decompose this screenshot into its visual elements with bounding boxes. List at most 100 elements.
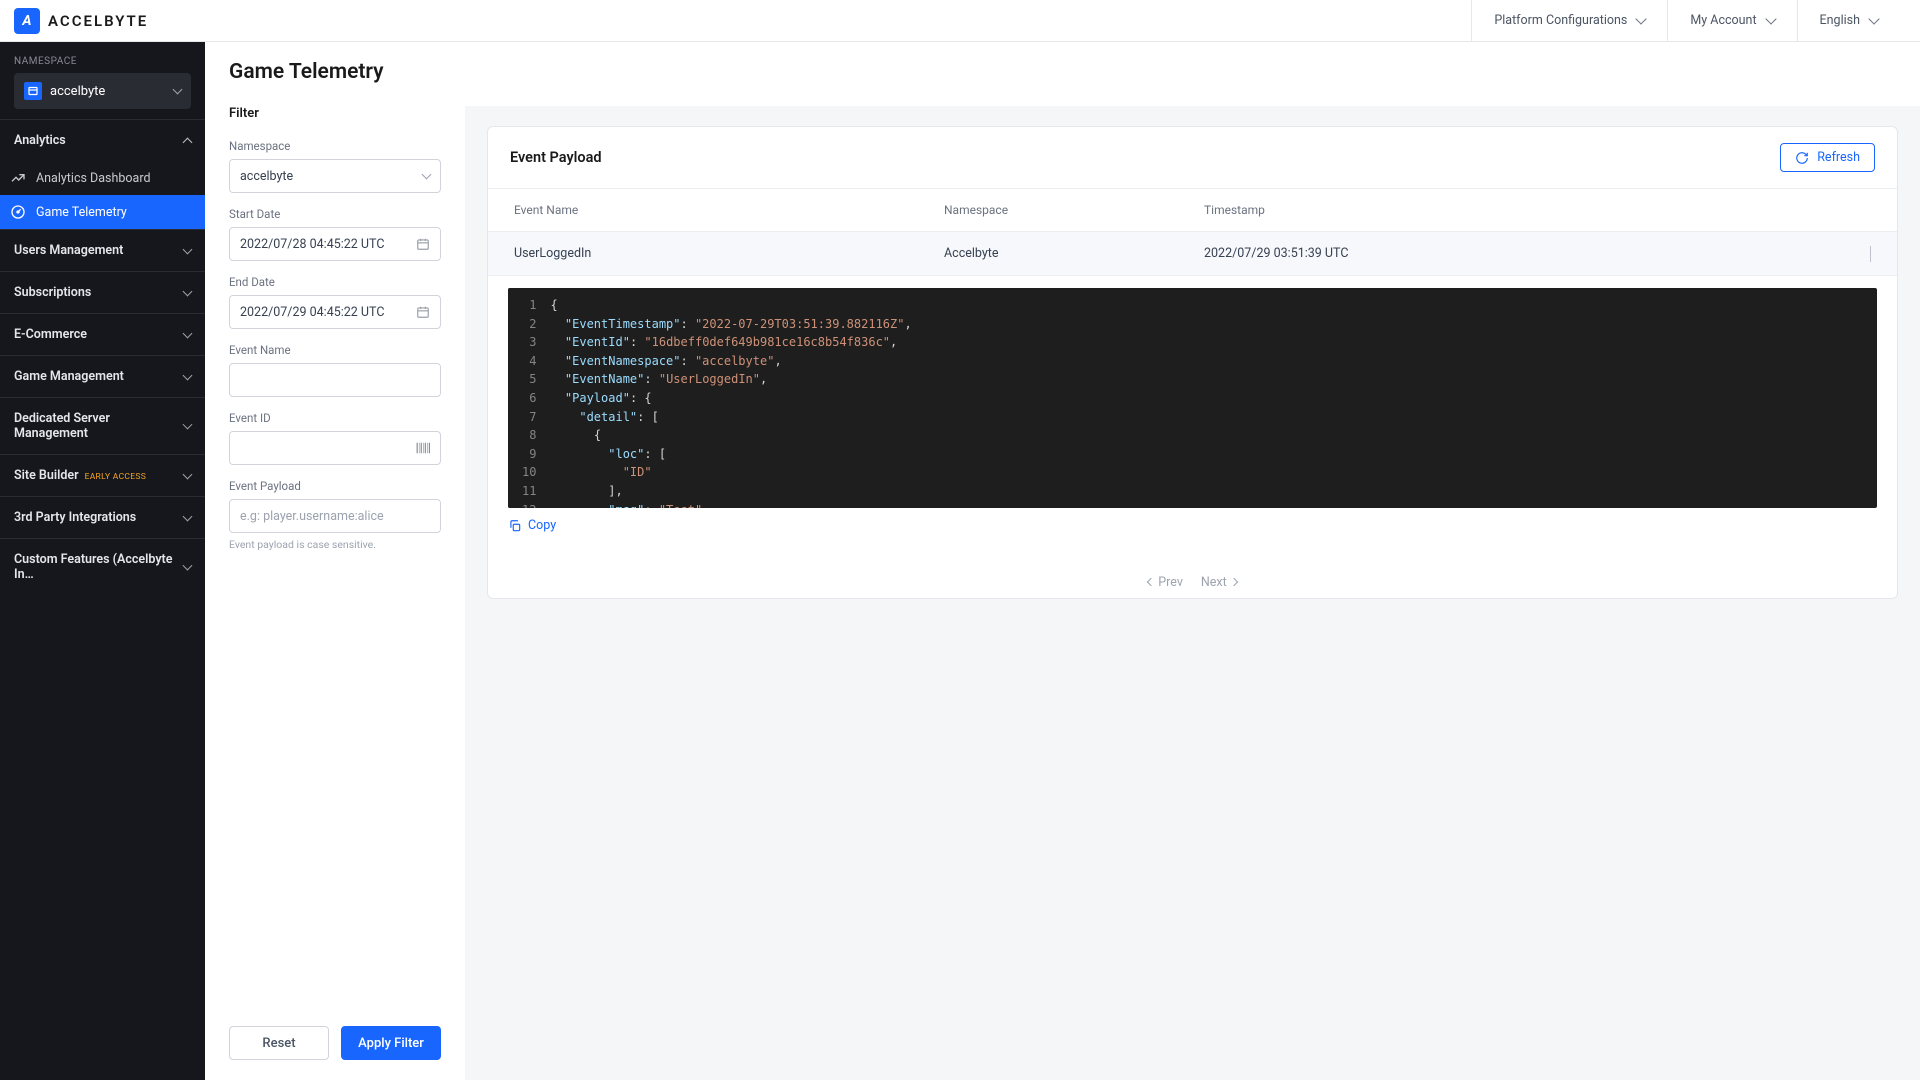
copy-icon <box>508 519 522 533</box>
chevron-down-icon <box>183 469 193 479</box>
refresh-button[interactable]: Refresh <box>1780 143 1875 172</box>
event-name-label: Event Name <box>229 343 441 357</box>
gauge-icon <box>10 204 26 220</box>
code-block[interactable]: 1234567891011121314 { "EventTimestamp": … <box>508 288 1877 508</box>
menu-header-ecommerce[interactable]: E-Commerce <box>0 314 205 355</box>
start-date-value[interactable] <box>240 237 408 252</box>
code-gutter: 1234567891011121314 <box>508 288 546 508</box>
event-id-input[interactable] <box>229 431 441 465</box>
row-detail: 1234567891011121314 { "EventTimestamp": … <box>488 276 1897 551</box>
next-button[interactable]: Next <box>1201 575 1237 590</box>
copy-label: Copy <box>528 518 556 533</box>
next-label: Next <box>1201 575 1227 590</box>
menu-child-label: Game Telemetry <box>36 205 127 220</box>
namespace-select[interactable]: accelbyte <box>229 159 441 193</box>
namespace-selector[interactable]: accelbyte <box>14 73 191 109</box>
nav-language[interactable]: English <box>1797 0 1900 41</box>
menu-label: Dedicated Server Management <box>14 411 184 441</box>
namespace-field-label: Namespace <box>229 139 441 153</box>
calendar-icon <box>416 237 430 251</box>
refresh-label: Refresh <box>1817 150 1860 165</box>
menu-label: Site Builder <box>14 468 79 483</box>
event-id-label: Event ID <box>229 411 441 425</box>
chevron-up-icon <box>183 137 193 147</box>
namespace-icon <box>24 82 42 100</box>
table-header: Event Name Namespace Timestamp <box>488 189 1897 231</box>
reset-button[interactable]: Reset <box>229 1026 329 1060</box>
col-timestamp: Timestamp <box>1204 203 1847 217</box>
sidebar-item-game-telemetry[interactable]: Game Telemetry <box>0 195 205 229</box>
menu-header-subscriptions[interactable]: Subscriptions <box>0 272 205 313</box>
menu-section-analytics: Analytics Analytics Dashboard Game Telem… <box>0 119 205 229</box>
sidebar: NAMESPACE accelbyte Analytics Analytics … <box>0 42 205 1080</box>
chevron-down-icon <box>183 420 193 430</box>
logo-badge-icon: A <box>14 8 40 34</box>
start-date-input[interactable] <box>229 227 441 261</box>
chevron-down-icon <box>183 370 193 380</box>
table-row[interactable]: UserLoggedIn Accelbyte 2022/07/29 03:51:… <box>488 231 1897 276</box>
namespace-value: accelbyte <box>50 84 166 99</box>
end-date-input[interactable] <box>229 295 441 329</box>
prev-button[interactable]: Prev <box>1148 575 1183 590</box>
menu-child-label: Analytics Dashboard <box>36 171 151 186</box>
top-nav: Platform Configurations My Account Engli… <box>1471 0 1900 41</box>
menu-label: Custom Features (Accelbyte In… <box>14 552 184 582</box>
chevron-down-icon <box>1765 13 1776 24</box>
apply-filter-button[interactable]: Apply Filter <box>341 1026 441 1060</box>
event-payload-hint: Event payload is case sensitive. <box>229 538 441 551</box>
start-date-label: Start Date <box>229 207 441 221</box>
card-title: Event Payload <box>510 149 602 166</box>
nav-label: English <box>1820 13 1860 28</box>
nav-label: Platform Configurations <box>1494 13 1627 28</box>
menu-header-3rd-party[interactable]: 3rd Party Integrations <box>0 497 205 538</box>
menu-label: Users Management <box>14 243 123 258</box>
menu-header-game-mgmt[interactable]: Game Management <box>0 356 205 397</box>
sidebar-item-analytics-dashboard[interactable]: Analytics Dashboard <box>0 161 205 195</box>
chevron-down-icon <box>183 328 193 338</box>
event-payload-label: Event Payload <box>229 479 441 493</box>
menu-header-custom-features[interactable]: Custom Features (Accelbyte In… <box>0 539 205 595</box>
copy-button[interactable]: Copy <box>508 518 556 533</box>
menu-label: Subscriptions <box>14 285 91 300</box>
chevron-down-icon <box>183 286 193 296</box>
menu-header-users[interactable]: Users Management <box>0 230 205 271</box>
namespace-label: NAMESPACE <box>0 42 205 73</box>
prev-label: Prev <box>1158 575 1183 590</box>
event-payload-card: Event Payload Refresh Event Name Namespa… <box>487 126 1898 599</box>
calendar-icon <box>416 305 430 319</box>
menu-label: 3rd Party Integrations <box>14 510 136 525</box>
refresh-icon <box>1795 151 1809 165</box>
brand-text: ACCELBYTE <box>48 12 148 30</box>
col-namespace: Namespace <box>944 203 1204 217</box>
col-event-name: Event Name <box>514 203 944 217</box>
chevron-up-icon <box>1870 246 1871 262</box>
menu-header-analytics[interactable]: Analytics <box>0 120 205 161</box>
chevron-left-icon <box>1147 578 1155 586</box>
pagination: Prev Next <box>488 551 1897 598</box>
filter-heading: Filter <box>229 106 441 121</box>
content-area: Event Payload Refresh Event Name Namespa… <box>465 106 1920 1080</box>
menu-header-site-builder[interactable]: Site BuilderEARLY ACCESS <box>0 455 205 496</box>
row-timestamp: 2022/07/29 03:51:39 UTC <box>1204 246 1847 261</box>
event-name-input[interactable] <box>229 363 441 397</box>
filter-panel: Game Telemetry Filter Namespace accelbyt… <box>205 42 465 1080</box>
logo[interactable]: A ACCELBYTE <box>14 8 148 34</box>
event-payload-input[interactable] <box>229 499 441 533</box>
chevron-down-icon <box>422 170 432 180</box>
nav-platform-config[interactable]: Platform Configurations <box>1471 0 1667 41</box>
row-event-name: UserLoggedIn <box>514 246 944 261</box>
chevron-down-icon <box>183 244 193 254</box>
chevron-down-icon <box>1636 13 1647 24</box>
chevron-down-icon <box>173 85 183 95</box>
end-date-value[interactable] <box>240 305 408 320</box>
menu-header-dedicated-server[interactable]: Dedicated Server Management <box>0 398 205 454</box>
chevron-right-icon <box>1229 578 1237 586</box>
top-header: A ACCELBYTE Platform Configurations My A… <box>0 0 1920 42</box>
code-content: { "EventTimestamp": "2022-07-29T03:51:39… <box>546 288 1877 508</box>
namespace-select-value: accelbyte <box>240 169 293 184</box>
event-payload-field[interactable] <box>240 509 430 524</box>
nav-my-account[interactable]: My Account <box>1667 0 1796 41</box>
menu-label: E-Commerce <box>14 327 87 342</box>
end-date-label: End Date <box>229 275 441 289</box>
barcode-icon[interactable] <box>416 442 430 454</box>
